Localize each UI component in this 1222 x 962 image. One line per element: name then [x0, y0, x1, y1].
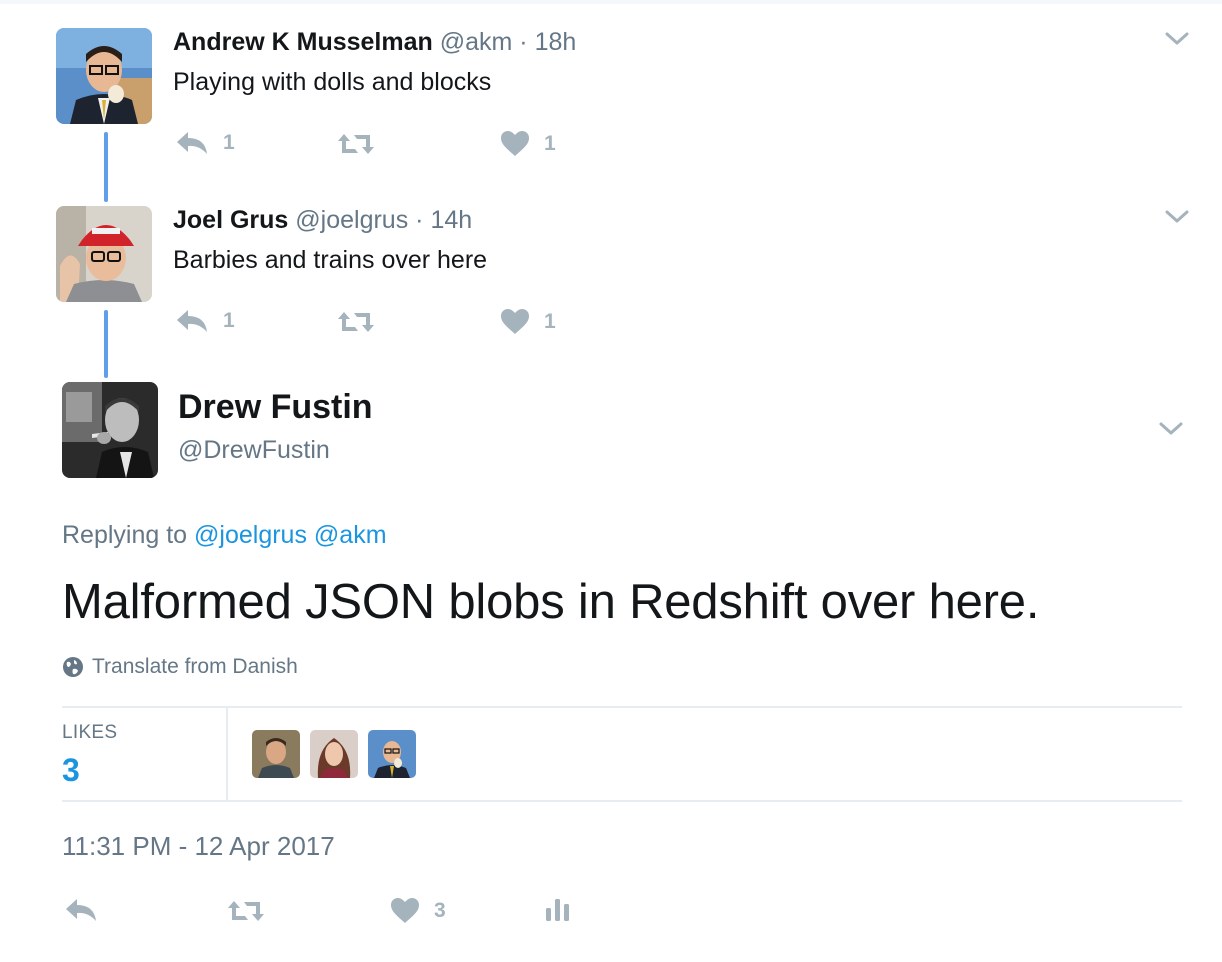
- translate-link[interactable]: Translate from Danish: [62, 655, 298, 679]
- analytics-icon: [546, 899, 569, 921]
- reply-count: 1: [223, 131, 235, 154]
- reply-icon: [66, 899, 96, 921]
- divider: [62, 706, 1182, 708]
- retweet-button[interactable]: [226, 898, 266, 924]
- divider: [62, 800, 1182, 802]
- replying-prefix: Replying to: [62, 521, 188, 549]
- heart-icon: [501, 131, 529, 156]
- retweet-icon: [338, 312, 374, 332]
- avatar-drew[interactable]: [62, 382, 158, 478]
- author-handle[interactable]: @joelgrus: [295, 206, 408, 234]
- likes-label: LIKES: [62, 722, 118, 743]
- heart-icon: [501, 309, 529, 334]
- main-tweet-text: Malformed JSON blobs in Redshift over he…: [62, 575, 1040, 629]
- author-handle[interactable]: @akm: [440, 28, 513, 56]
- retweet-button[interactable]: [336, 309, 376, 335]
- chevron-down-icon[interactable]: [1158, 420, 1184, 438]
- like-count: 1: [544, 309, 556, 333]
- reply-icon: [177, 132, 207, 154]
- retweet-icon: [338, 134, 374, 154]
- author-name[interactable]: Andrew K Musselman: [173, 28, 433, 56]
- like-button[interactable]: 3: [390, 897, 446, 924]
- retweet-icon: [228, 901, 264, 921]
- tweet-text: Barbies and trains over here: [173, 246, 488, 274]
- reply-button[interactable]: 1: [175, 308, 235, 334]
- reply-button[interactable]: [64, 897, 98, 923]
- main-author-handle[interactable]: @DrewFustin: [178, 436, 330, 465]
- separator-dot: ·: [415, 206, 424, 234]
- avatar-andrew[interactable]: [56, 28, 152, 124]
- like-count: 1: [544, 131, 556, 155]
- avatar-joel[interactable]: [56, 206, 152, 302]
- like-count: 3: [434, 898, 446, 922]
- retweet-button[interactable]: [336, 131, 376, 157]
- tweet-timestamp[interactable]: 11:31 PM - 12 Apr 2017: [62, 831, 335, 862]
- liker-avatar[interactable]: [368, 730, 416, 778]
- mention-akm[interactable]: @akm: [314, 521, 387, 549]
- tweet-text: Playing with dolls and blocks: [173, 68, 492, 96]
- analytics-button[interactable]: [545, 897, 571, 923]
- thread-line: [104, 132, 108, 202]
- top-border: [0, 0, 1222, 4]
- replying-to: Replying to @joelgrus @akm: [62, 521, 387, 550]
- chevron-down-icon[interactable]: [1164, 208, 1190, 226]
- heart-icon: [391, 898, 419, 923]
- separator-dot: ·: [519, 28, 528, 56]
- globe-icon: [63, 657, 83, 677]
- liker-avatar[interactable]: [252, 730, 300, 778]
- tweet-header: Joel Grus @joelgrus · 14h: [173, 206, 472, 235]
- like-button[interactable]: 1: [500, 130, 556, 157]
- chevron-down-icon[interactable]: [1164, 30, 1190, 48]
- tweet-time[interactable]: 14h: [430, 206, 472, 234]
- liker-avatar[interactable]: [310, 730, 358, 778]
- reply-icon: [177, 310, 207, 332]
- like-button[interactable]: 1: [500, 308, 556, 335]
- likes-count[interactable]: 3: [62, 752, 80, 789]
- reply-button[interactable]: 1: [175, 130, 235, 156]
- thread-line: [104, 310, 108, 378]
- tweet-time[interactable]: 18h: [535, 28, 577, 56]
- translate-label: Translate from Danish: [92, 655, 298, 678]
- mention-joelgrus[interactable]: @joelgrus: [194, 521, 307, 549]
- author-name[interactable]: Joel Grus: [173, 206, 288, 234]
- main-author-name[interactable]: Drew Fustin: [178, 388, 373, 427]
- stats-separator: [226, 708, 228, 800]
- reply-count: 1: [223, 309, 235, 332]
- tweet-header: Andrew K Musselman @akm · 18h: [173, 28, 576, 57]
